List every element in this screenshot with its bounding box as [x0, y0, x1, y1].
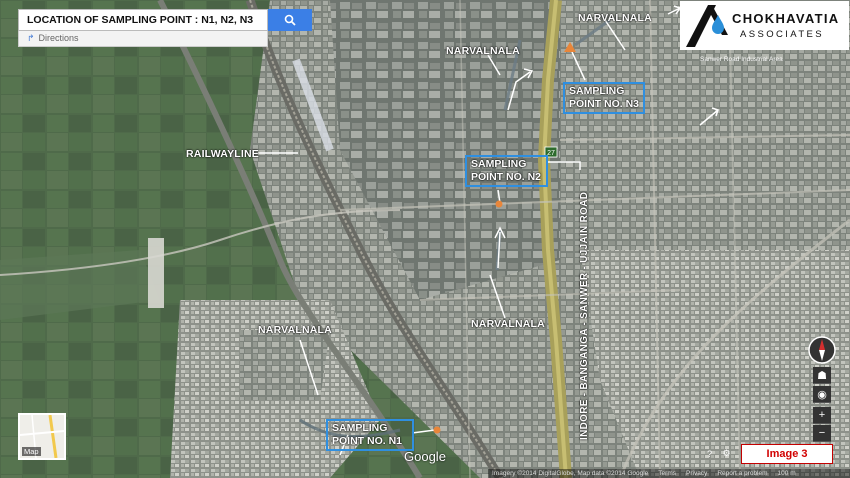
footer-privacy[interactable]: Privacy	[686, 470, 707, 477]
sampling-point-n2: SAMPLING POINT NO. N2	[465, 155, 548, 187]
directions-link[interactable]: ↱ Directions	[18, 31, 268, 47]
rotate-icon: ◉	[817, 388, 827, 401]
label-railway: RAILWAYLINE	[186, 148, 259, 160]
logo-subtitle: ASSOCIATES	[740, 29, 825, 40]
sampling-n3-line2: POINT NO. N3	[569, 98, 640, 110]
logo-mark-icon	[686, 5, 728, 47]
sampling-n1-line2: POINT NO. N1	[332, 435, 403, 447]
footer-scale: 100 m	[777, 470, 796, 477]
satellite-map[interactable]: 27 Sanwer Road Industrial Area	[0, 0, 850, 478]
pegman-icon: ☗	[817, 369, 827, 382]
zoom-out-button[interactable]: −	[813, 425, 831, 442]
marker-n1	[433, 426, 441, 434]
help-button[interactable]: ?	[703, 447, 716, 460]
marker-n2	[495, 200, 503, 208]
sampling-n3-line1: SAMPLING	[569, 85, 625, 97]
search-button[interactable]	[268, 9, 312, 31]
company-logo: CHOKHAVATIA ASSOCIATES	[680, 1, 849, 50]
label-narval-bottom-left: NARVALNALA	[258, 324, 332, 336]
compass-icon	[808, 336, 836, 364]
sampling-point-n1: SAMPLING POINT NO. N1	[326, 419, 414, 451]
footer-report[interactable]: Report a problem	[717, 470, 767, 477]
gear-icon: ⚙	[722, 448, 731, 458]
label-narval-top-right: NARVALNALA	[578, 12, 652, 24]
sampling-point-n3: SAMPLING POINT NO. N3	[563, 82, 645, 114]
image-label: Image 3	[741, 444, 833, 464]
sampling-n2-line1: SAMPLING	[471, 158, 527, 170]
footer-terms[interactable]: Terms	[658, 470, 676, 477]
logo-name: CHOKHAVATIA	[732, 11, 840, 26]
search-input[interactable]: LOCATION OF SAMPLING POINT : N1, N2, N3	[18, 9, 268, 31]
map-type-toggle[interactable]: Map	[18, 413, 66, 460]
settings-button[interactable]: ⚙	[720, 447, 733, 460]
rotate-button[interactable]: ◉	[813, 386, 831, 403]
directions-icon: ↱	[27, 33, 35, 43]
search-icon	[284, 14, 296, 26]
label-narval-top: NARVALNALA	[446, 45, 520, 57]
zoom-in-button[interactable]: +	[813, 407, 831, 424]
map-footer: Imagery ©2014 DigitalGlobe, Map data ©20…	[488, 469, 850, 478]
directions-label: Directions	[38, 33, 79, 43]
sampling-n2-line2: POINT NO. N2	[471, 171, 542, 183]
search-panel: LOCATION OF SAMPLING POINT : N1, N2, N3 …	[18, 9, 312, 47]
map-thumb-label: Map	[22, 447, 41, 456]
label-narval-center: NARVALNALA	[471, 318, 545, 330]
sampling-n1-line1: SAMPLING	[332, 422, 388, 434]
footer-imagery: Imagery ©2014 DigitalGlobe, Map data ©20…	[492, 470, 649, 477]
compass-control[interactable]	[808, 336, 836, 364]
road-shield-label: 27	[547, 150, 555, 157]
label-road: INDORE - BANGANGA - SANWER - UJJAIN ROAD	[579, 191, 590, 440]
area-label: Sanwer Road Industrial Area	[700, 56, 783, 63]
pegman-button[interactable]: ☗	[813, 367, 831, 384]
google-watermark: Google	[404, 449, 446, 464]
